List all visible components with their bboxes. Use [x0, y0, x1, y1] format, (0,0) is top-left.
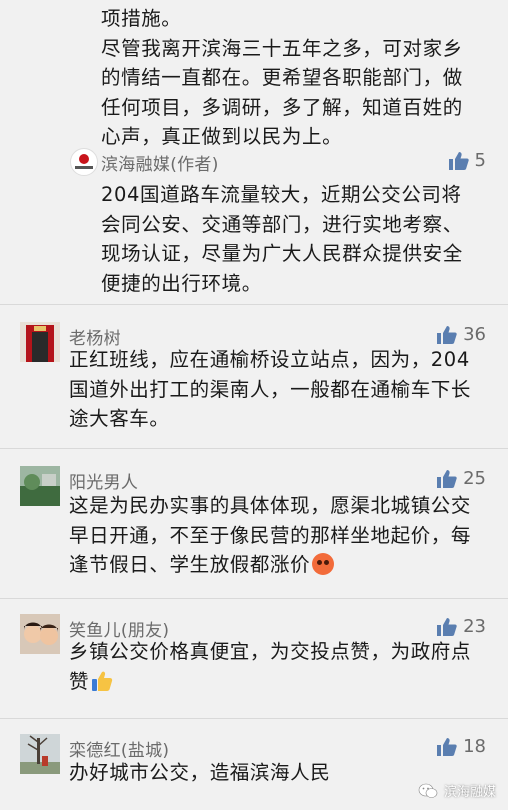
- text-line: 乡镇公交价格真便宜，为交投点赞，为政府点: [69, 640, 472, 663]
- like-count: 36: [463, 324, 486, 345]
- angry-face-icon: [312, 553, 335, 575]
- divider: [0, 304, 508, 305]
- tree-photo-icon: [20, 734, 60, 774]
- like-count: 18: [463, 736, 486, 757]
- text-line: 任何项目，多调研，多了解，知道百姓的: [101, 95, 463, 119]
- like-button[interactable]: 23: [437, 616, 486, 637]
- text-line: 国道外出打工的渠南人，一般都在通榆车下长: [69, 377, 472, 401]
- text-line: 尽管我离开滨海三十五年之多，可对家乡: [101, 36, 463, 60]
- divider: [0, 718, 508, 719]
- door-photo-icon: [20, 322, 60, 362]
- comment-text: 乡镇公交价格真便宜，为交投点赞，为政府点 赞: [69, 637, 501, 696]
- text-line-content: 赞: [69, 669, 90, 693]
- like-button[interactable]: 36: [437, 324, 486, 345]
- author-reply-text: 204国道路车流量较大，近期公交公司将 会同公安、交通等部门，进行实地考察、 现…: [101, 180, 501, 298]
- author-avatar[interactable]: [70, 148, 98, 176]
- avatar[interactable]: [20, 322, 60, 362]
- avatar[interactable]: [20, 614, 60, 654]
- text-line: 逢节假日、学生放假都涨价: [69, 550, 501, 580]
- text-line: 心声，真正做到以民为上。: [101, 125, 343, 148]
- text-line: 早日开通，不至于像民营的那样坐地起价，每: [69, 523, 472, 547]
- portrait-photo-icon: [20, 614, 60, 654]
- like-count: 25: [463, 468, 486, 489]
- text-line: 项措施。: [101, 7, 182, 30]
- thumbs-up-icon: [437, 617, 457, 636]
- comment-text: 这是为民办实事的具体体现，愿渠北城镇公交 早日开通，不至于像民营的那样坐地起价，…: [69, 491, 501, 580]
- text-line: 这是为民办实事的具体体现，愿渠北城镇公交: [69, 494, 472, 517]
- like-button[interactable]: 25: [437, 468, 486, 489]
- like-count: 23: [463, 616, 486, 637]
- text-line-content: 逢节假日、学生放假都涨价: [69, 553, 311, 576]
- divider: [0, 448, 508, 449]
- text-line: 204国道路车流量较大，近期公交公司将: [101, 183, 462, 206]
- divider: [0, 598, 508, 599]
- text-line: 途大客车。: [69, 407, 170, 430]
- text-line: 便捷的出行环境。: [101, 271, 262, 295]
- commenter-name[interactable]: 阳光男人: [69, 468, 138, 493]
- like-button[interactable]: 18: [437, 736, 486, 757]
- text-line: 现场认证，尽量为广大人民群众提供安全: [101, 242, 463, 265]
- avatar[interactable]: [20, 734, 60, 774]
- author-like-button[interactable]: 5: [448, 150, 486, 171]
- thumbs-up-icon: [448, 151, 469, 170]
- logo-icon: [75, 154, 93, 169]
- watermark-text: 滨海融媒: [443, 785, 496, 800]
- comment-text: 正红班线，应在通榆桥设立站点，因为，204 国道外出打工的渠南人，一般都在通榆车…: [69, 345, 501, 434]
- wechat-icon: [418, 783, 438, 798]
- text-line: 的情结一直都在。更希望各职能部门，做: [101, 66, 463, 89]
- author-name[interactable]: 滨海融媒(作者): [101, 150, 219, 175]
- thumbs-up-icon: [437, 325, 457, 344]
- reply-text-top: 项措施。 尽管我离开滨海三十五年之多，可对家乡 的情结一直都在。更希望各职能部门…: [101, 4, 501, 152]
- landscape-photo-icon: [20, 466, 60, 506]
- thumbs-up-emoji-icon: [92, 671, 113, 691]
- text-line: 正红班线，应在通榆桥设立站点，因为，204: [69, 348, 470, 371]
- text-line: 赞: [69, 667, 501, 697]
- like-count: 5: [474, 150, 486, 171]
- avatar[interactable]: [20, 466, 60, 506]
- text-line: 会同公安、交通等部门，进行实地考察、: [101, 212, 463, 236]
- watermark: 滨海融媒: [418, 781, 496, 800]
- thumbs-up-icon: [437, 469, 457, 488]
- thumbs-up-icon: [437, 737, 457, 756]
